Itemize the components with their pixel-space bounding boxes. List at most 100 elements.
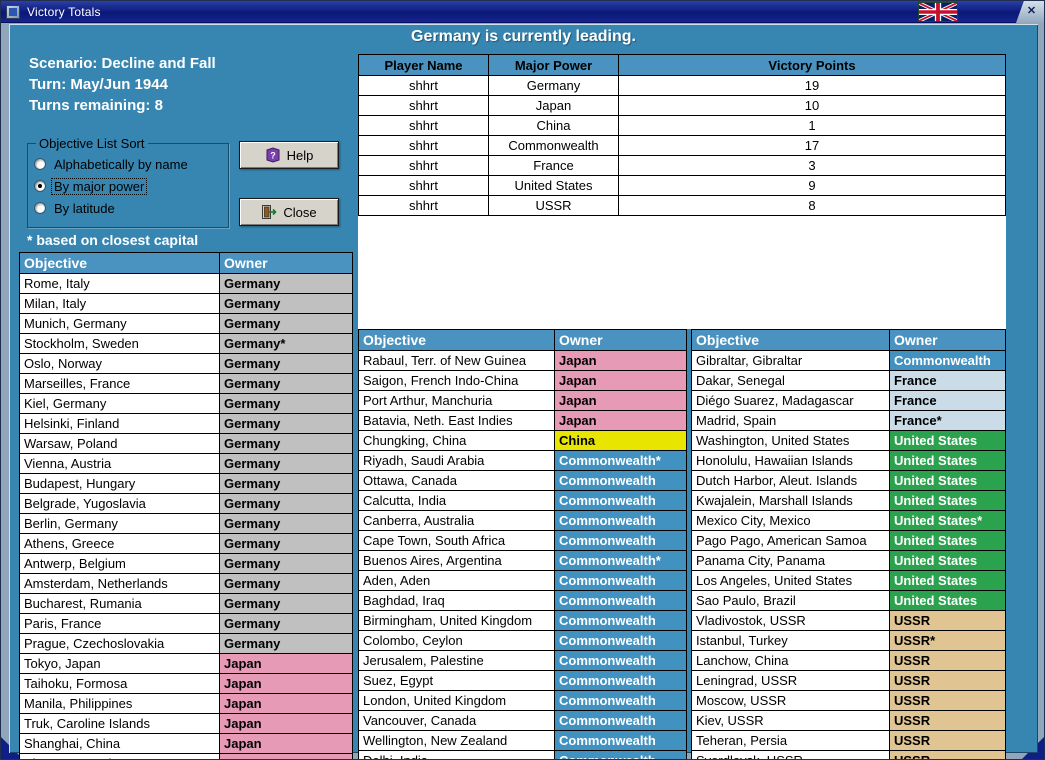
- victory-points-cell: 19: [618, 75, 1006, 96]
- owner-cell: Germany: [219, 273, 353, 294]
- objective-name-cell: Ottawa, Canada: [358, 470, 555, 491]
- objective-row: Madrid, Spain France*: [691, 410, 1006, 431]
- players-header-major-power: Major Power: [488, 54, 619, 76]
- radio-icon[interactable]: [34, 202, 46, 214]
- owner-cell: Germany: [219, 533, 353, 554]
- title-bar[interactable]: Victory Totals ✕: [1, 1, 1044, 23]
- owner-cell: Germany: [219, 453, 353, 474]
- window-close-button[interactable]: ✕: [1024, 4, 1039, 19]
- victory-points-cell: 17: [618, 135, 1006, 156]
- scenario-info: Scenario: Decline and Fall Turn: May/Jun…: [29, 53, 216, 116]
- objective-row: Colombo, Ceylon Commonwealth: [358, 630, 687, 651]
- objective-name-cell: Saigon, French Indo-China: [358, 370, 555, 391]
- major-power-cell: Japan: [488, 95, 619, 116]
- owner-cell: United States*: [889, 510, 1006, 531]
- radio-option-by-latitude[interactable]: By latitude: [34, 197, 222, 219]
- owner-cell: USSR: [889, 750, 1006, 759]
- objective-name-cell: Munich, Germany: [19, 313, 220, 334]
- radio-option-by-major-power[interactable]: By major power: [34, 175, 222, 197]
- objective-row: Jerusalem, Palestine Commonwealth: [358, 650, 687, 671]
- owner-cell: Commonwealth: [554, 630, 687, 651]
- objective-row: Athens, Greece Germany: [19, 533, 353, 554]
- objective-row: Pago Pago, American Samoa United States: [691, 530, 1006, 551]
- owner-cell: Germany: [219, 353, 353, 374]
- owner-cell: Commonwealth: [554, 510, 687, 531]
- owner-cell: France: [889, 370, 1006, 391]
- victory-points-cell: 10: [618, 95, 1006, 116]
- owner-cell: USSR*: [889, 630, 1006, 651]
- owner-cell: Germany: [219, 613, 353, 634]
- objective-row: Dakar, Senegal France: [691, 370, 1006, 391]
- owner-cell: Germany: [219, 513, 353, 534]
- objective-name-cell: Diégo Suarez, Madagascar: [691, 390, 890, 411]
- objective-row: Milan, Italy Germany: [19, 293, 353, 314]
- player-row: shhrt USSR 8: [358, 195, 1006, 216]
- owner-cell: Germany: [219, 493, 353, 514]
- objective-table-right: Objective Owner Gibraltar, Gibraltar Comm…: [691, 329, 1006, 759]
- objective-name-cell: Pago Pago, American Samoa: [691, 530, 890, 551]
- radio-icon[interactable]: [34, 158, 46, 170]
- objective-name-cell: Birmingham, United Kingdom: [358, 610, 555, 631]
- objective-row: Kiel, Germany Germany: [19, 393, 353, 414]
- owner-cell: Germany: [219, 473, 353, 494]
- objective-row: Chungking, China China: [358, 430, 687, 451]
- radio-icon[interactable]: [34, 180, 46, 192]
- owner-cell: Commonwealth: [554, 690, 687, 711]
- objective-row: Suez, Egypt Commonwealth: [358, 670, 687, 691]
- owner-cell: United States: [889, 590, 1006, 611]
- victory-totals-window: Victory Totals ✕ Germany is currently le…: [0, 0, 1045, 760]
- objective-table-left: Objective Owner Rome, Italy Germany Milan,…: [19, 252, 353, 759]
- radio-label[interactable]: Alphabetically by name: [52, 157, 190, 172]
- objective-name-cell: Helsinki, Finland: [19, 413, 220, 434]
- objective-name-cell: Leningrad, USSR: [691, 670, 890, 691]
- close-button[interactable]: Close: [239, 198, 339, 226]
- sort-group-legend: Objective List Sort: [39, 136, 145, 151]
- window-icon[interactable]: [6, 5, 20, 19]
- objective-header-row: Objective Owner: [19, 252, 353, 274]
- major-power-cell: Commonwealth: [488, 135, 619, 156]
- objective-name-cell: Amsterdam, Netherlands: [19, 573, 220, 594]
- objective-row: Diégo Suarez, Madagascar France: [691, 390, 1006, 411]
- radio-label[interactable]: By latitude: [52, 201, 117, 216]
- objective-row: Istanbul, Turkey USSR*: [691, 630, 1006, 651]
- objective-name-cell: Berlin, Germany: [19, 513, 220, 534]
- objective-row: Kiev, USSR USSR: [691, 710, 1006, 731]
- objective-name-cell: Rabaul, Terr. of New Guinea: [358, 350, 555, 371]
- owner-cell: Japan: [219, 753, 353, 759]
- capital-footnote: * based on closest capital: [27, 232, 199, 248]
- player-row: shhrt Japan 10: [358, 95, 1006, 116]
- objective-row: Amsterdam, Netherlands Germany: [19, 573, 353, 594]
- objective-row: Singapore, MalayaJapan: [19, 753, 353, 759]
- objective-name-cell: Canberra, Australia: [358, 510, 555, 531]
- owner-cell: Japan: [554, 390, 687, 411]
- major-power-cell: China: [488, 115, 619, 136]
- objective-row: Sverdlovsk, USSRUSSR: [691, 750, 1006, 759]
- objective-name-cell: Stockholm, Sweden: [19, 333, 220, 354]
- radio-option-alphabetically-by-name[interactable]: Alphabetically by name: [34, 153, 222, 175]
- owner-cell: USSR: [889, 730, 1006, 751]
- dialog-content: Germany is currently leading. Scenario: …: [9, 24, 1038, 759]
- owner-cell: Commonwealth: [554, 610, 687, 631]
- owner-cell: Germany: [219, 433, 353, 454]
- owner-cell: USSR: [889, 610, 1006, 631]
- objective-name-cell: Istanbul, Turkey: [691, 630, 890, 651]
- objective-name-cell: Budapest, Hungary: [19, 473, 220, 494]
- players-header-row: Player Name Major Power Victory Points: [358, 54, 1006, 76]
- owner-cell: Japan: [219, 673, 353, 694]
- help-icon: ?: [265, 147, 281, 163]
- owner-cell: USSR: [889, 650, 1006, 671]
- objective-name-cell: Tokyo, Japan: [19, 653, 220, 674]
- objective-row: Truk, Caroline Islands Japan: [19, 713, 353, 734]
- objective-row: Paris, France Germany: [19, 613, 353, 634]
- objective-name-cell: Singapore, Malaya: [19, 753, 220, 759]
- objective-name-cell: Delhi, India: [358, 750, 555, 759]
- player-row: shhrt Germany 19: [358, 75, 1006, 96]
- objective-row: Lanchow, China USSR: [691, 650, 1006, 671]
- owner-cell: Commonwealth: [554, 570, 687, 591]
- player-row: shhrt China 1: [358, 115, 1006, 136]
- objective-row: Tokyo, Japan Japan: [19, 653, 353, 674]
- owner-cell: France*: [889, 410, 1006, 431]
- help-button[interactable]: ? Help: [239, 141, 339, 169]
- objective-name-cell: Los Angeles, United States: [691, 570, 890, 591]
- radio-label[interactable]: By major power: [50, 177, 148, 195]
